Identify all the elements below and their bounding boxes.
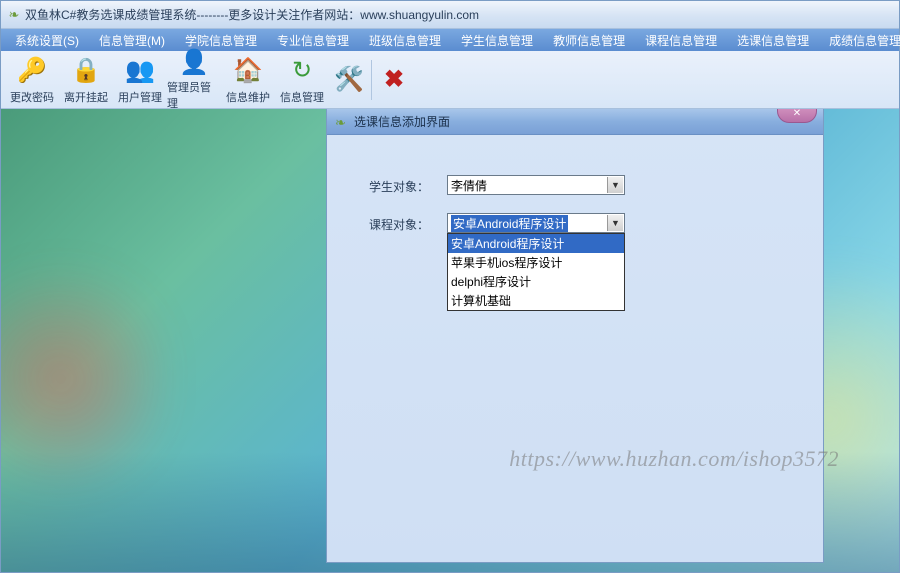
dropdown-option[interactable]: 计算机基础 — [448, 291, 624, 310]
student-label: 学生对象： — [357, 175, 447, 195]
tool-lock[interactable]: 🔒 离开挂起 — [59, 53, 113, 107]
admin-icon: 👤 — [178, 48, 210, 77]
dialog-close-button[interactable]: ✕ — [777, 109, 817, 123]
dropdown-option[interactable]: delphi程序设计 — [448, 272, 624, 291]
tool-users[interactable]: 👥 用户管理 — [113, 53, 167, 107]
close-icon: ✕ — [793, 109, 801, 119]
dialog-title: 选课信息添加界面 — [354, 113, 450, 130]
main-window: ❧ 双鱼林C#教务选课成绩管理系统--------更多设计关注作者网站：www.… — [0, 0, 900, 573]
student-select[interactable]: 李倩倩 ▼ — [447, 175, 625, 195]
course-dropdown-list: 安卓Android程序设计 苹果手机ios程序设计 delphi程序设计 计算机… — [447, 233, 625, 311]
dialog-body: 学生对象： 李倩倩 ▼ 课程对象： 安卓Android程序设计 ▼ — [327, 135, 823, 562]
tool-manage[interactable]: ↻ 信息管理 — [275, 53, 329, 107]
menu-info[interactable]: 信息管理(M) — [89, 30, 175, 51]
menu-class[interactable]: 班级信息管理 — [359, 30, 451, 51]
close-x-icon: ✖ — [378, 64, 410, 96]
tool-admin[interactable]: 👤 管理员管理 — [167, 53, 221, 107]
toolbar: 🔑 更改密码 🔒 离开挂起 👥 用户管理 👤 管理员管理 🏠 信息维护 ↻ 信息… — [1, 51, 899, 109]
student-value: 李倩倩 — [451, 177, 487, 194]
key-icon: 🔑 — [16, 55, 48, 87]
course-label: 课程对象： — [357, 213, 447, 233]
menu-major[interactable]: 专业信息管理 — [267, 30, 359, 51]
users-icon: 👥 — [124, 55, 156, 87]
dialog-titlebar[interactable]: ❧ 选课信息添加界面 ✕ — [327, 109, 823, 135]
menu-system[interactable]: 系统设置(S) — [5, 30, 89, 51]
dropdown-option[interactable]: 苹果手机ios程序设计 — [448, 253, 624, 272]
app-icon: ❧ — [7, 8, 21, 22]
tools-icon: 🛠️ — [333, 64, 365, 96]
titlebar: ❧ 双鱼林C#教务选课成绩管理系统--------更多设计关注作者网站：www.… — [1, 1, 899, 29]
menu-student[interactable]: 学生信息管理 — [451, 30, 543, 51]
menu-course[interactable]: 课程信息管理 — [635, 30, 727, 51]
menu-select[interactable]: 选课信息管理 — [727, 30, 819, 51]
toolbar-separator — [371, 60, 372, 100]
tool-maintain[interactable]: 🏠 信息维护 — [221, 53, 275, 107]
menubar: 系统设置(S) 信息管理(M) 学院信息管理 专业信息管理 班级信息管理 学生信… — [1, 29, 899, 51]
dropdown-arrow-icon: ▼ — [607, 215, 623, 231]
lock-icon: 🔒 — [70, 55, 102, 87]
dialog-icon: ❧ — [335, 115, 349, 129]
dropdown-option[interactable]: 安卓Android程序设计 — [448, 234, 624, 253]
home-icon: 🏠 — [232, 55, 264, 87]
add-selection-dialog: ❧ 选课信息添加界面 ✕ 学生对象： 李倩倩 ▼ 课程对象： — [326, 109, 824, 563]
dropdown-arrow-icon: ▼ — [607, 177, 623, 193]
tool-settings[interactable]: 🛠️ — [329, 53, 369, 107]
titlebar-text: 双鱼林C#教务选课成绩管理系统--------更多设计关注作者网站：www.sh… — [25, 6, 479, 23]
student-row: 学生对象： 李倩倩 ▼ — [357, 175, 793, 195]
course-row: 课程对象： 安卓Android程序设计 ▼ 安卓Android程序设计 苹果手机… — [357, 213, 793, 233]
content-area: ❧ 选课信息添加界面 ✕ 学生对象： 李倩倩 ▼ 课程对象： — [1, 109, 899, 572]
tool-change-password[interactable]: 🔑 更改密码 — [5, 53, 59, 107]
menu-grade[interactable]: 成绩信息管理 — [819, 30, 900, 51]
menu-teacher[interactable]: 教师信息管理 — [543, 30, 635, 51]
course-select[interactable]: 安卓Android程序设计 ▼ — [447, 213, 625, 233]
tool-close[interactable]: ✖ — [374, 53, 414, 107]
refresh-icon: ↻ — [286, 55, 318, 87]
course-value: 安卓Android程序设计 — [451, 215, 568, 232]
